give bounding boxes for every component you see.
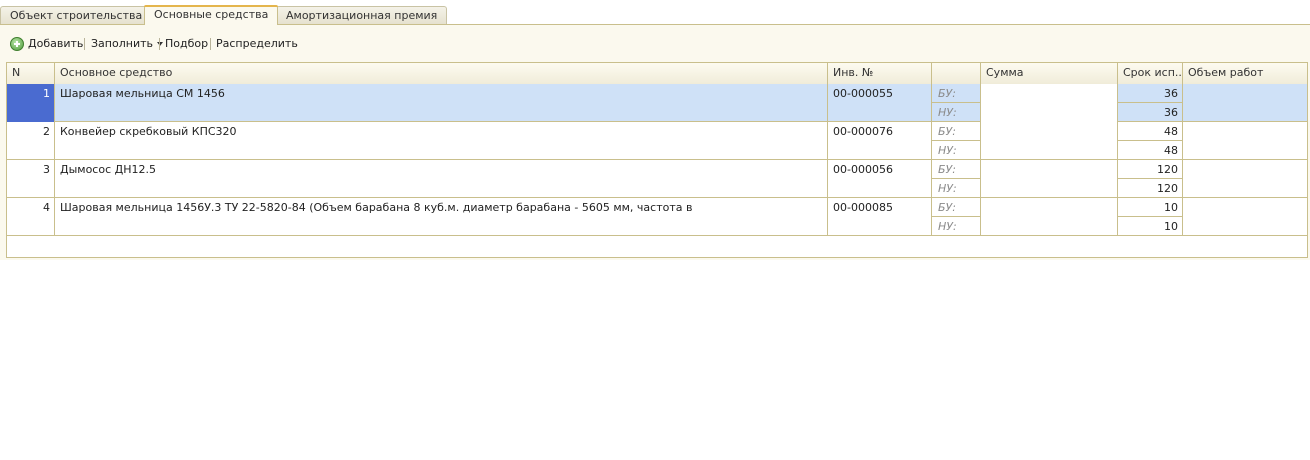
row-number-cell[interactable]: 1 [7,84,55,122]
nu-label: НУ: [938,220,957,233]
sum-cell[interactable] [981,160,1118,198]
row-number: 2 [43,125,50,138]
add-button-label: Добавить [28,37,84,50]
row-number: 3 [43,163,50,176]
accounting-kind-cell: БУ: НУ: [932,122,981,160]
table-row[interactable]: 1 Шаровая мельница СМ 1456 00-000055 БУ:… [7,84,1307,122]
asset-name: Дымосос ДН12.5 [60,163,156,176]
nu-label: НУ: [938,182,957,195]
asset-name: Шаровая мельница 1456У.3 ТУ 22-5820-84 (… [60,201,693,214]
pick-button-label: Подбор [165,37,209,50]
column-header-volume[interactable]: Объем работ [1183,63,1307,84]
sum-cell[interactable] [981,84,1118,122]
bu-label: БУ: [938,125,956,138]
term-bu-value: 10 [1164,201,1178,214]
inv-number: 00-000085 [833,201,893,214]
asset-name: Шаровая мельница СМ 1456 [60,87,225,100]
asset-cell[interactable]: Шаровая мельница СМ 1456 [55,84,828,122]
sum-cell[interactable] [981,198,1118,236]
tab-label: Основные средства [154,8,269,21]
column-header-label: Инв. № [833,66,874,79]
bu-label: БУ: [938,201,956,214]
table-row[interactable]: 2 Конвейер скребковый КПС320 00-000076 Б… [7,122,1307,160]
term-cell[interactable]: 48 48 [1118,122,1183,160]
term-bu-value: 48 [1164,125,1178,138]
toolbar: Добавить Заполнить Подбор Распределить [0,33,1310,55]
accounting-kind-cell: БУ: НУ: [932,198,981,236]
tab-fixed-assets[interactable]: Основные средства [144,5,279,25]
term-nu-value: 120 [1157,182,1178,195]
distribute-button-label: Распределить [216,37,298,50]
column-header-label: Основное средство [60,66,173,79]
tab-construction-object[interactable]: Объект строительства [0,6,153,24]
table-header: N Основное средство Инв. № Сумма Срок ис… [7,63,1307,85]
inv-cell[interactable]: 00-000085 [828,198,932,236]
inv-number: 00-000055 [833,87,893,100]
add-button[interactable]: Добавить [28,36,83,52]
bu-label: БУ: [938,87,956,100]
tab-label: Объект строительства [10,9,143,22]
toolbar-separator [159,38,160,50]
volume-cell[interactable] [1183,84,1307,122]
fill-button[interactable]: Заполнить [91,36,163,52]
term-cell[interactable]: 120 120 [1118,160,1183,198]
accounting-kind-cell: БУ: НУ: [932,160,981,198]
column-header-sum[interactable]: Сумма [981,63,1118,84]
column-header-label: Срок исп... [1123,66,1183,79]
column-header-term[interactable]: Срок исп... [1118,63,1183,84]
column-header-kind[interactable] [932,63,981,84]
term-bu-value: 36 [1164,87,1178,100]
inv-cell[interactable]: 00-000055 [828,84,932,122]
row-number-cell[interactable]: 3 [7,160,55,198]
asset-name: Конвейер скребковый КПС320 [60,125,237,138]
tab-depreciation-bonus[interactable]: Амортизационная премия [276,6,448,24]
toolbar-separator [210,38,211,50]
nu-label: НУ: [938,106,957,119]
column-header-label: Объем работ [1188,66,1264,79]
asset-cell[interactable]: Дымосос ДН12.5 [55,160,828,198]
volume-cell[interactable] [1183,198,1307,236]
inv-cell[interactable]: 00-000056 [828,160,932,198]
term-nu-value: 48 [1164,144,1178,157]
row-number: 1 [43,87,50,100]
table-row[interactable]: 4 Шаровая мельница 1456У.3 ТУ 22-5820-84… [7,198,1307,236]
distribute-button[interactable]: Распределить [216,36,298,52]
pick-button[interactable]: Подбор [165,36,208,52]
inv-cell[interactable]: 00-000076 [828,122,932,160]
asset-cell[interactable]: Конвейер скребковый КПС320 [55,122,828,160]
column-header-inv[interactable]: Инв. № [828,63,932,84]
inv-number: 00-000076 [833,125,893,138]
volume-cell[interactable] [1183,122,1307,160]
column-header-asset[interactable]: Основное средство [55,63,828,84]
fill-button-label: Заполнить [91,37,153,50]
column-header-n[interactable]: N [7,63,55,84]
volume-cell[interactable] [1183,160,1307,198]
term-nu-value: 10 [1164,220,1178,233]
row-number-cell[interactable]: 2 [7,122,55,160]
term-cell[interactable]: 10 10 [1118,198,1183,236]
fixed-assets-table: N Основное средство Инв. № Сумма Срок ис… [6,62,1308,258]
sum-cell[interactable] [981,122,1118,160]
column-header-label: Сумма [986,66,1024,79]
table-row[interactable]: 3 Дымосос ДН12.5 00-000056 БУ: НУ: 120 1… [7,160,1307,198]
row-number: 4 [43,201,50,214]
asset-cell[interactable]: Шаровая мельница 1456У.3 ТУ 22-5820-84 (… [55,198,828,236]
term-bu-value: 120 [1157,163,1178,176]
term-cell[interactable]: 36 36 [1118,84,1183,122]
accounting-kind-cell: БУ: НУ: [932,84,981,122]
column-header-label: N [12,66,21,79]
tab-label: Амортизационная премия [286,9,438,22]
bu-label: БУ: [938,163,956,176]
term-nu-value: 36 [1164,106,1178,119]
tab-bar: Объект строительства Основные средства А… [0,0,1310,25]
toolbar-separator [84,38,85,50]
inv-number: 00-000056 [833,163,893,176]
nu-label: НУ: [938,144,957,157]
row-number-cell[interactable]: 4 [7,198,55,236]
